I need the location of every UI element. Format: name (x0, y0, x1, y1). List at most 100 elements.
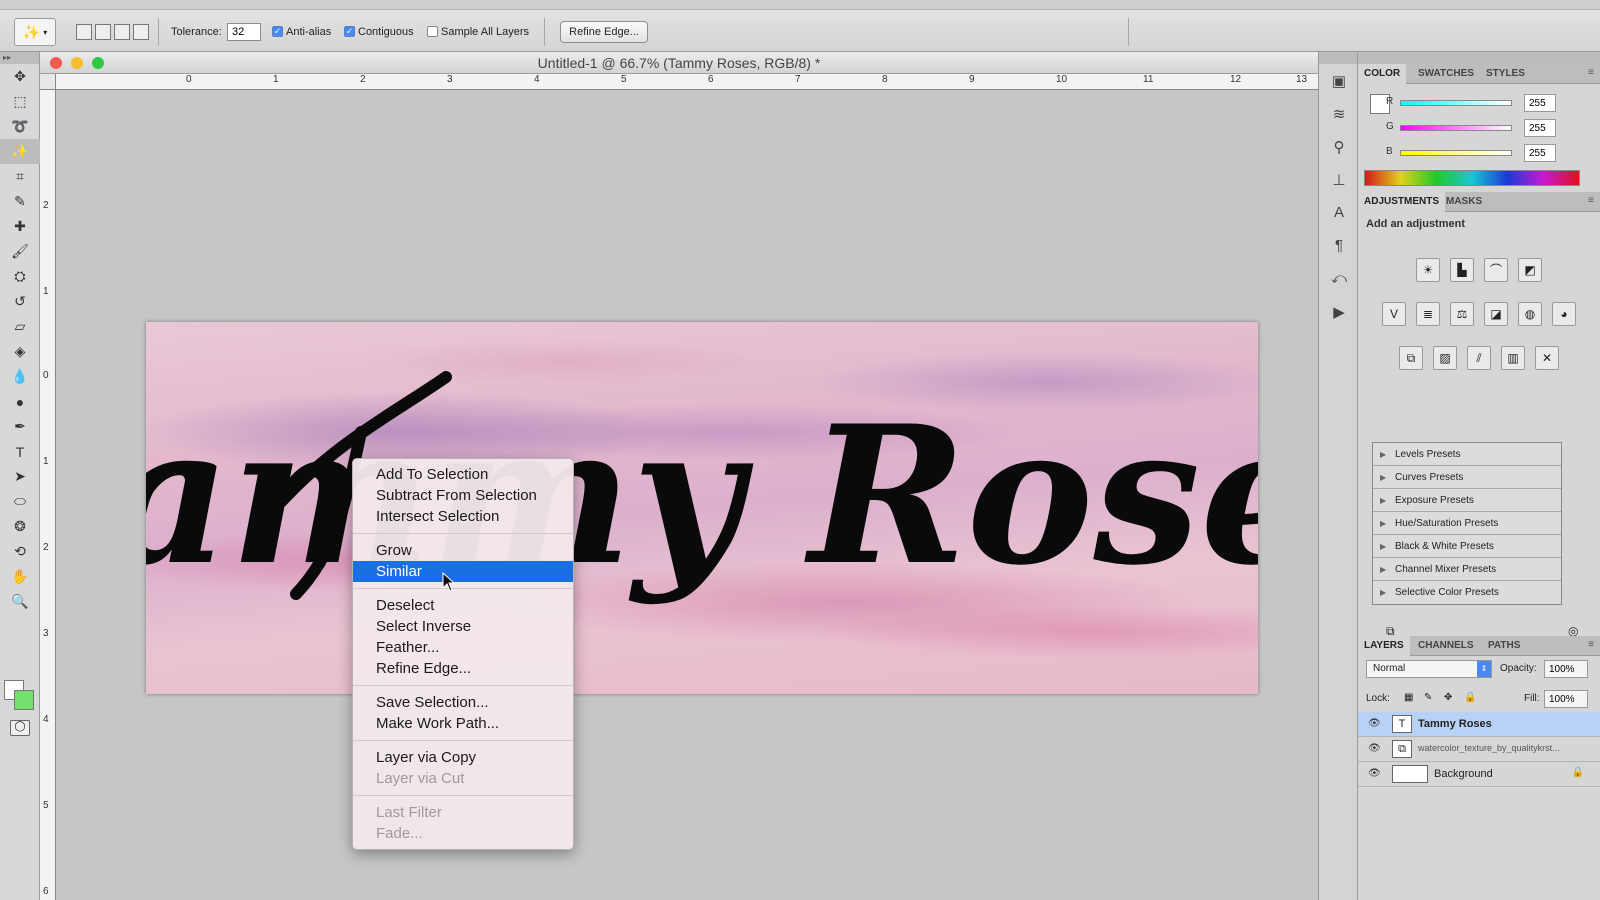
eyedropper-tool-icon[interactable]: ✎ (0, 189, 40, 214)
new-selection-icon[interactable] (76, 24, 92, 40)
red-slider[interactable] (1400, 100, 1512, 106)
color-balance-icon[interactable]: ⚖ (1450, 302, 1474, 326)
preset-selective-color[interactable]: ▶ Selective Color Presets (1373, 581, 1561, 604)
menu-item-refine-edge[interactable]: Refine Edge... (353, 658, 573, 679)
black-white-icon[interactable]: ◪ (1484, 302, 1508, 326)
pen-tool-icon[interactable]: ✒ (0, 414, 40, 439)
invert-icon[interactable]: ⧉ (1399, 346, 1423, 370)
zoom-window-button[interactable] (92, 57, 104, 69)
lock-image-icon[interactable]: ✎ (1424, 692, 1432, 703)
subtract-from-selection-icon[interactable] (114, 24, 130, 40)
brush-presets-icon[interactable]: ≋ (1319, 97, 1359, 130)
brush-icon[interactable]: ⚲ (1319, 130, 1359, 163)
hand-tool-icon[interactable]: ✋ (0, 564, 40, 589)
blur-tool-icon[interactable]: 💧 (0, 364, 40, 389)
tab-adjustments[interactable]: ADJUSTMENTS (1358, 192, 1446, 212)
curves-icon[interactable]: ⌒ (1484, 258, 1508, 282)
marquee-tool-icon[interactable]: ⬚ (0, 89, 40, 114)
exposure-icon[interactable]: ◩ (1518, 258, 1542, 282)
zoom-tool-icon[interactable]: 🔍 (0, 589, 40, 614)
tab-swatches[interactable]: SWATCHES (1412, 64, 1480, 84)
tab-styles[interactable]: STYLES (1480, 64, 1531, 84)
menu-item-similar[interactable]: Similar (353, 561, 573, 582)
crop-tool-icon[interactable]: ⌗ (0, 164, 40, 189)
visibility-eye-icon[interactable]: 👁 (1368, 718, 1381, 729)
type-tool-icon[interactable]: T (0, 439, 40, 464)
panel-grip[interactable] (1319, 52, 1357, 64)
tab-paths[interactable]: PATHS (1482, 636, 1526, 656)
layer-row[interactable]: 👁 ⧉ watercolor_texture_by_qualitykrst... (1358, 737, 1600, 762)
quick-mask-icon[interactable]: ◯ (10, 720, 30, 736)
tab-color[interactable]: COLOR (1358, 64, 1407, 84)
tab-masks[interactable]: MASKS (1440, 192, 1488, 212)
tab-layers[interactable]: LAYERS (1358, 636, 1410, 656)
actions-icon[interactable]: ▶ (1319, 295, 1359, 328)
menu-item-intersect-selection[interactable]: Intersect Selection (353, 506, 573, 527)
color-spectrum-ramp[interactable] (1364, 170, 1580, 186)
eraser-tool-icon[interactable]: ▱ (0, 314, 40, 339)
green-value-input[interactable] (1524, 119, 1556, 137)
character-icon[interactable]: A (1319, 196, 1359, 229)
clone-stamp-tool-icon[interactable]: ⛭ (0, 264, 40, 289)
panel-menu-icon[interactable]: ≡ (1588, 195, 1594, 206)
panel-grip[interactable] (1358, 52, 1600, 64)
lasso-tool-icon[interactable]: ➰ (0, 114, 40, 139)
menu-item-make-work-path[interactable]: Make Work Path... (353, 713, 573, 734)
panel-menu-icon[interactable]: ≡ (1588, 67, 1594, 78)
dodge-tool-icon[interactable]: ● (0, 389, 40, 414)
healing-brush-tool-icon[interactable]: ✚ (0, 214, 40, 239)
contiguous-checkbox[interactable]: ✓ (344, 26, 355, 37)
paint-bucket-tool-icon[interactable]: ◈ (0, 339, 40, 364)
photo-filter-icon[interactable]: ◍ (1518, 302, 1542, 326)
preset-levels[interactable]: ▶ Levels Presets (1373, 443, 1561, 466)
add-to-selection-icon[interactable] (95, 24, 111, 40)
menu-item-feather[interactable]: Feather... (353, 637, 573, 658)
visibility-eye-icon[interactable]: 👁 (1368, 768, 1381, 779)
channel-mixer-icon[interactable]: ◕ (1552, 302, 1576, 326)
posterize-icon[interactable]: ▨ (1433, 346, 1457, 370)
ruler-origin[interactable] (40, 74, 56, 90)
horizontal-ruler[interactable]: 0 1 2 3 4 5 6 7 8 9 10 11 12 13 (56, 74, 1318, 90)
menu-item-subtract-from-selection[interactable]: Subtract From Selection (353, 485, 573, 506)
magic-wand-tool-icon[interactable]: ✨ (0, 139, 40, 164)
lock-all-icon[interactable]: 🔒 (1464, 692, 1476, 703)
brightness-contrast-icon[interactable]: ☀ (1416, 258, 1440, 282)
clone-source-icon[interactable]: ⊥ (1319, 163, 1359, 196)
background-color-swatch[interactable] (14, 690, 34, 710)
preset-hue-saturation[interactable]: ▶ Hue/Saturation Presets (1373, 512, 1561, 535)
ellipse-tool-icon[interactable]: ⬭ (0, 489, 40, 514)
tolerance-input[interactable] (227, 23, 261, 41)
gradient-map-icon[interactable]: ▥ (1501, 346, 1525, 370)
red-value-input[interactable] (1524, 94, 1556, 112)
lock-position-icon[interactable]: ✥ (1444, 692, 1452, 703)
layer-row[interactable]: 👁 Background 🔒 (1358, 762, 1600, 787)
intersect-selection-icon[interactable] (133, 24, 149, 40)
document-canvas[interactable]: Tammy Roses (146, 322, 1258, 694)
threshold-icon[interactable]: ⫽ (1467, 346, 1491, 370)
panel-menu-icon[interactable]: ≡ (1588, 639, 1594, 650)
minimize-window-button[interactable] (71, 57, 83, 69)
menu-item-save-selection[interactable]: Save Selection... (353, 692, 573, 713)
preset-channel-mixer[interactable]: ▶ Channel Mixer Presets (1373, 558, 1561, 581)
menu-item-add-to-selection[interactable]: Add To Selection (353, 464, 573, 485)
fill-input[interactable] (1544, 690, 1588, 708)
preset-curves[interactable]: ▶ Curves Presets (1373, 466, 1561, 489)
blue-value-input[interactable] (1524, 144, 1556, 162)
layer-row[interactable]: 👁 T Tammy Roses (1358, 712, 1600, 737)
refine-edge-button[interactable]: Refine Edge... (560, 21, 648, 43)
vertical-ruler[interactable]: 2 1 0 1 2 3 4 5 6 (40, 90, 56, 900)
history-brush-tool-icon[interactable]: ↺ (0, 289, 40, 314)
blend-mode-select[interactable]: Normal ⇕ (1366, 660, 1492, 678)
hue-saturation-icon[interactable]: ≣ (1416, 302, 1440, 326)
menu-item-select-inverse[interactable]: Select Inverse (353, 616, 573, 637)
visibility-eye-icon[interactable]: 👁 (1368, 743, 1381, 754)
vibrance-icon[interactable]: V (1382, 302, 1406, 326)
mini-bridge-icon[interactable]: ▣ (1319, 64, 1359, 97)
paragraph-icon[interactable]: ¶ (1319, 229, 1359, 262)
menu-item-grow[interactable]: Grow (353, 540, 573, 561)
opacity-input[interactable] (1544, 660, 1588, 678)
preset-black-white[interactable]: ▶ Black & White Presets (1373, 535, 1561, 558)
3d-orbit-tool-icon[interactable]: ⟲ (0, 539, 40, 564)
panel-grip[interactable]: ▸▸ (0, 52, 39, 64)
lock-transparent-icon[interactable]: ▦ (1404, 692, 1413, 703)
